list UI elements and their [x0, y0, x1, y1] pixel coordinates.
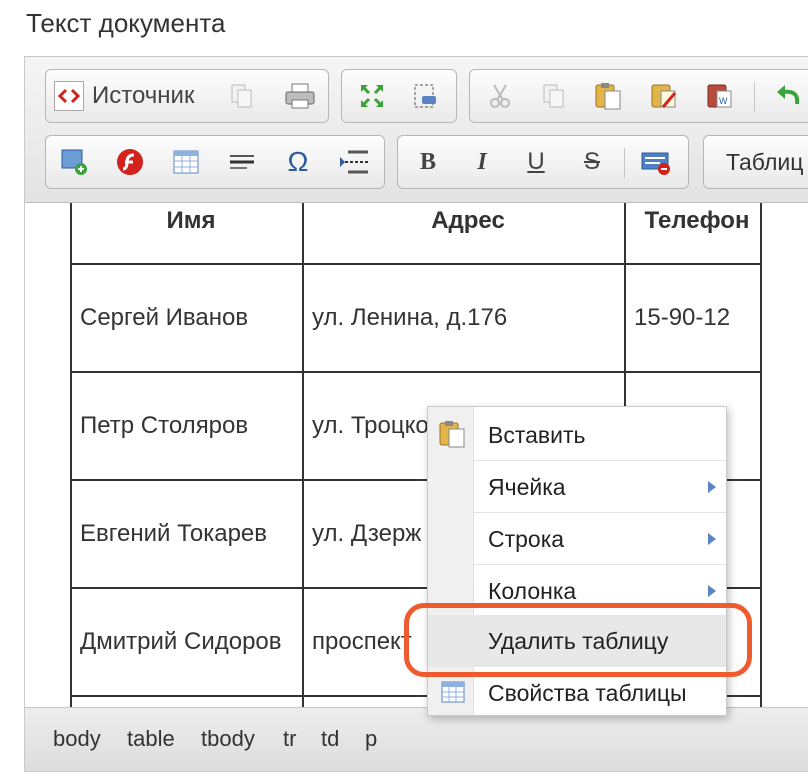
horizontal-rule-button[interactable]: [222, 144, 262, 180]
cut-button[interactable]: [480, 78, 520, 114]
toolbar-group-clipboard: W: [469, 69, 808, 123]
bold-button[interactable]: B: [410, 144, 446, 180]
path-item-p[interactable]: p: [365, 726, 377, 752]
source-button[interactable]: Источник: [54, 78, 204, 114]
paste-button[interactable]: [588, 78, 628, 114]
toolbar-group-insert: Ω: [45, 135, 385, 189]
context-menu-label: Колонка: [488, 578, 577, 604]
horizontal-rule-icon: [230, 155, 254, 169]
context-menu-item-cell[interactable]: Ячейка: [428, 461, 726, 513]
header-address[interactable]: Адрес: [302, 203, 626, 265]
path-item-table[interactable]: table: [127, 726, 175, 752]
image-button[interactable]: [54, 144, 94, 180]
path-item-tbody[interactable]: tbody: [201, 726, 255, 752]
flash-icon: [117, 149, 143, 175]
special-char-button[interactable]: Ω: [278, 144, 318, 180]
maximize-button[interactable]: [352, 78, 392, 114]
bold-icon: B: [419, 148, 436, 175]
context-menu-label: Строка: [488, 526, 565, 552]
table-cell[interactable]: Дмитрий Сидоров: [70, 587, 304, 697]
undo-button[interactable]: [768, 78, 808, 114]
copy-icon: [543, 84, 564, 108]
copy-format-button[interactable]: [224, 78, 260, 114]
copy-icon: [231, 84, 252, 108]
show-blocks-icon: [414, 84, 436, 108]
italic-button[interactable]: I: [464, 144, 500, 180]
table-row: Сергей Иванов ул. Ленина, д.176 15-90-12: [70, 263, 762, 373]
submenu-arrow-icon: [708, 585, 716, 597]
toolbar-group-view: [341, 69, 457, 123]
flash-button[interactable]: [110, 144, 150, 180]
path-item-td[interactable]: td: [321, 726, 339, 752]
image-icon: [61, 149, 87, 175]
toolbar-group-format: B I U S: [397, 135, 689, 189]
table-cell[interactable]: Евгений Токарев: [70, 479, 304, 589]
paste-word-icon: W: [707, 84, 732, 108]
toolbar-separator: [624, 148, 625, 178]
header-name[interactable]: Имя: [70, 203, 304, 265]
paste-icon: [595, 83, 621, 110]
context-menu-label: Ячейка: [488, 474, 566, 500]
submenu-arrow-icon: [708, 481, 716, 493]
paste-icon: [439, 421, 465, 448]
maximize-icon: [360, 84, 384, 108]
table-menu-button[interactable]: Таблиц: [726, 144, 808, 180]
table-cell[interactable]: Сергей Иванов: [70, 263, 304, 373]
remove-format-button[interactable]: [636, 144, 676, 180]
delete-table-highlight: [404, 603, 752, 677]
context-menu-label: Вставить: [488, 422, 586, 448]
print-button[interactable]: [280, 78, 320, 114]
context-menu-item-paste[interactable]: Вставить: [428, 409, 726, 461]
toolbar-group-table: Таблиц: [703, 135, 808, 189]
toolbar-separator: [754, 82, 755, 112]
undo-icon: [777, 85, 800, 105]
page-break-icon: [340, 150, 368, 174]
strikethrough-icon: S: [583, 148, 600, 175]
italic-icon: I: [477, 148, 487, 175]
submenu-arrow-icon: [708, 533, 716, 545]
toolbar-group-document: Источник: [45, 69, 329, 123]
printer-icon: [285, 83, 315, 109]
table-cell[interactable]: 15-90-12: [624, 263, 762, 373]
header-phone[interactable]: Телефон: [624, 203, 762, 265]
table-menu-label: Таблиц: [726, 148, 804, 175]
svg-text:W: W: [719, 96, 728, 106]
scissors-icon: [490, 84, 510, 108]
underline-icon: U: [527, 148, 545, 175]
paste-word-button[interactable]: W: [700, 78, 740, 114]
context-menu-item-row[interactable]: Строка: [428, 513, 726, 565]
remove-format-icon: [641, 152, 670, 175]
table-properties-icon: [441, 681, 465, 703]
source-label: Источник: [92, 82, 195, 109]
page-break-button[interactable]: [334, 144, 374, 180]
path-item-body[interactable]: body: [53, 726, 101, 752]
toolbar: Источник W Ω B I U S Таблиц: [25, 57, 808, 203]
paste-text-icon: [651, 84, 677, 108]
table-cell[interactable]: [70, 695, 304, 707]
path-item-tr[interactable]: tr: [283, 726, 296, 752]
table-icon: [173, 150, 199, 174]
page-title: Текст документа: [26, 8, 226, 38]
show-blocks-button[interactable]: [404, 78, 444, 114]
table-header-row: Имя Адрес Телефон: [70, 203, 762, 265]
strikethrough-button[interactable]: S: [574, 144, 610, 180]
context-menu-label: Свойства таблицы: [488, 680, 687, 706]
copy-button[interactable]: [534, 78, 574, 114]
table-cell[interactable]: ул. Ленина, д.176: [302, 263, 626, 373]
table-cell[interactable]: Петр Столяров: [70, 371, 304, 481]
table-button[interactable]: [166, 144, 206, 180]
source-icon: [54, 81, 84, 111]
omega-icon: Ω: [287, 146, 309, 177]
paste-text-button[interactable]: [644, 78, 684, 114]
underline-button[interactable]: U: [518, 144, 554, 180]
